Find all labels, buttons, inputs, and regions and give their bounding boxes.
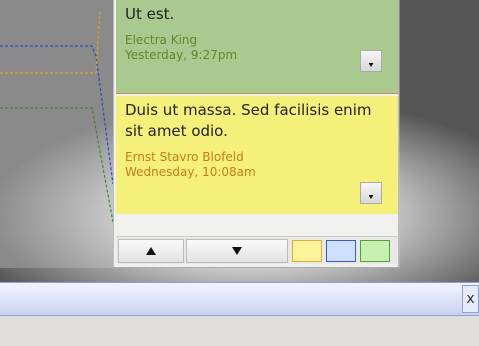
horizontal-scrollbar[interactable]: x bbox=[0, 282, 479, 316]
previous-comment-button[interactable] bbox=[118, 239, 184, 263]
color-swatch-yellow[interactable] bbox=[292, 240, 322, 262]
comment-note[interactable]: Duis ut massa. Sed facilisis enim sit am… bbox=[116, 96, 398, 214]
comments-panel: Ut est. Electra King Yesterday, 9:27pm D… bbox=[113, 0, 399, 268]
chevron-down-icon bbox=[368, 195, 374, 199]
comment-author: Electra King bbox=[125, 33, 198, 47]
comment-time: Yesterday, 9:27pm bbox=[125, 48, 238, 62]
comment-text: Duis ut massa. Sed facilisis enim sit am… bbox=[125, 101, 372, 140]
triangle-up-icon bbox=[146, 247, 156, 255]
comment-menu-button[interactable] bbox=[360, 182, 382, 204]
status-area bbox=[0, 316, 479, 346]
comment-author: Ernst Stavro Blofeld bbox=[125, 150, 244, 164]
comments-toolbar bbox=[116, 236, 398, 264]
next-comment-button[interactable] bbox=[186, 239, 288, 263]
comment-time: Wednesday, 10:08am bbox=[125, 165, 256, 179]
comment-text: Ut est. bbox=[125, 5, 175, 23]
color-swatch-blue[interactable] bbox=[326, 240, 356, 262]
chevron-down-icon bbox=[368, 63, 374, 67]
color-swatch-green[interactable] bbox=[360, 240, 390, 262]
close-icon[interactable]: x bbox=[462, 285, 479, 313]
comment-note[interactable]: Ut est. Electra King Yesterday, 9:27pm bbox=[116, 0, 398, 94]
triangle-down-icon bbox=[232, 247, 242, 255]
comment-menu-button[interactable] bbox=[360, 50, 382, 72]
